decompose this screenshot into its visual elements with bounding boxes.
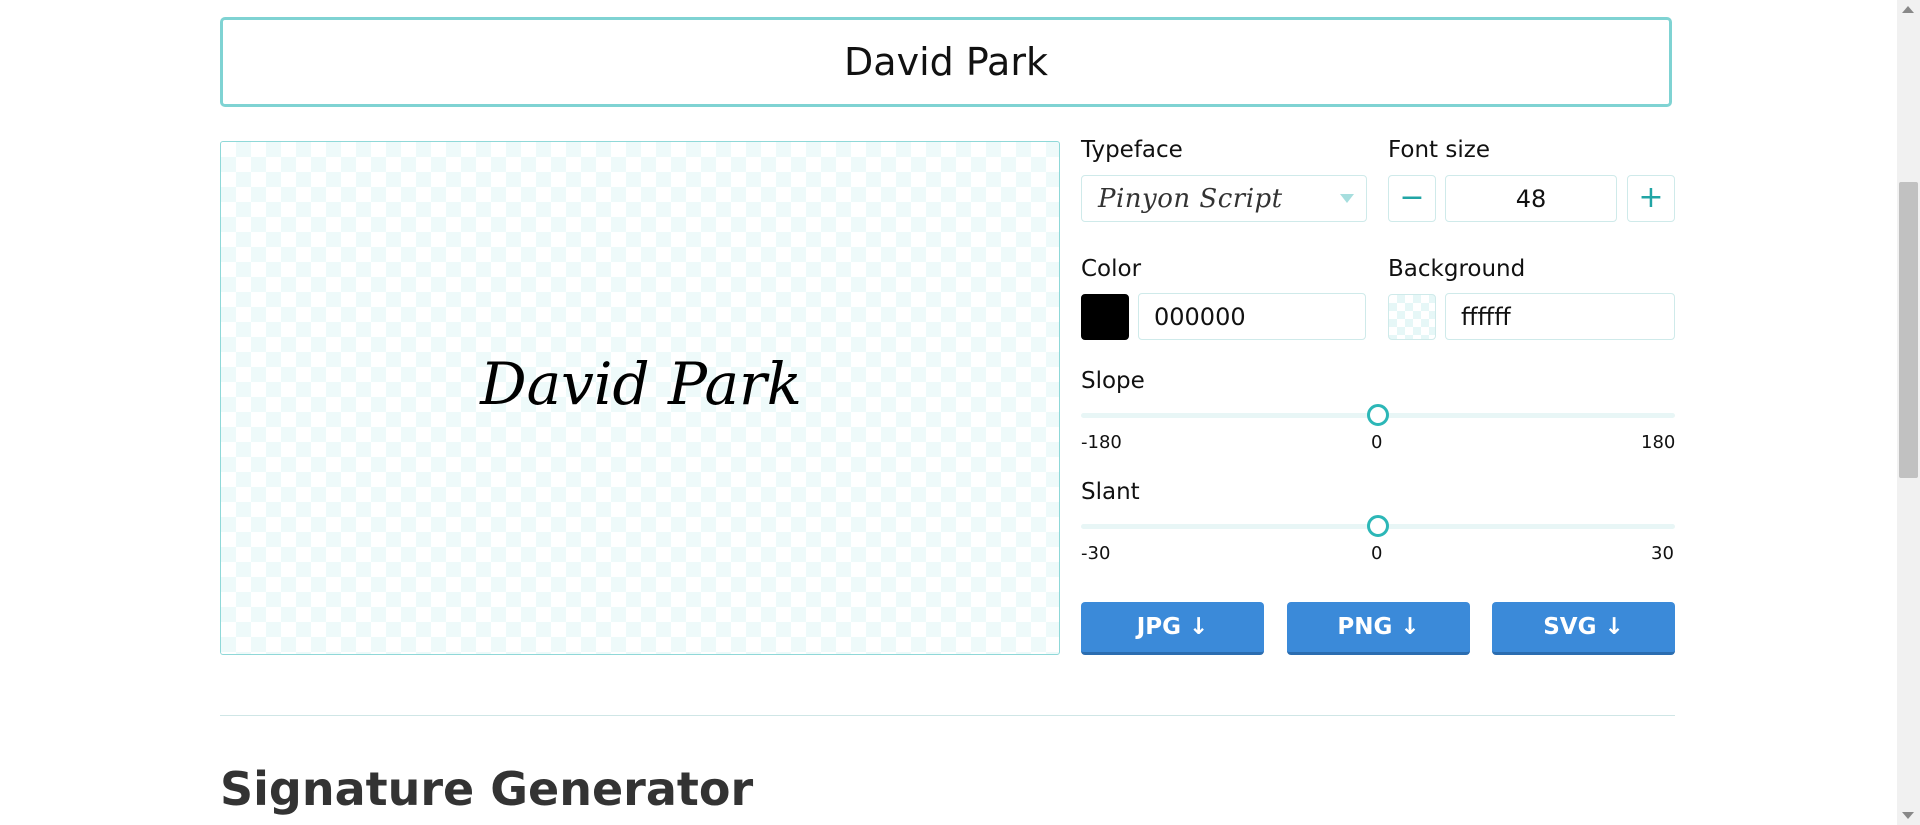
slope-mid-label: 0	[1371, 432, 1383, 453]
name-input[interactable]	[220, 17, 1672, 107]
color-swatch[interactable]	[1081, 294, 1129, 340]
section-divider	[220, 715, 1675, 716]
typeface-selected-value: Pinyon Script	[1098, 184, 1283, 214]
slope-label: Slope	[1081, 368, 1145, 394]
background-label: Background	[1388, 256, 1526, 282]
signature-preview: David Park	[220, 141, 1060, 655]
scrollbar-thumb[interactable]	[1899, 182, 1918, 478]
download-jpg-button[interactable]: JPG ↓	[1081, 602, 1264, 655]
slope-slider-thumb[interactable]	[1367, 404, 1389, 426]
font-size-decrease-button[interactable]: −	[1388, 175, 1436, 222]
background-swatch[interactable]	[1388, 294, 1436, 340]
typeface-label: Typeface	[1081, 137, 1183, 163]
slope-min-label: -180	[1081, 432, 1122, 453]
background-hex-input[interactable]	[1445, 293, 1675, 340]
color-hex-input[interactable]	[1138, 293, 1366, 340]
slant-max-label: 30	[1651, 543, 1674, 564]
chevron-down-icon	[1340, 194, 1354, 203]
scroll-down-icon[interactable]	[1902, 812, 1914, 819]
download-svg-button[interactable]: SVG ↓	[1492, 602, 1675, 655]
typeface-select[interactable]: Pinyon Script	[1081, 175, 1367, 222]
signature-text: David Park	[479, 350, 802, 418]
font-size-label: Font size	[1388, 137, 1490, 163]
page-heading: Signature Generator	[220, 762, 754, 816]
download-png-button[interactable]: PNG ↓	[1287, 602, 1470, 655]
color-label: Color	[1081, 256, 1142, 282]
slope-max-label: 180	[1641, 432, 1676, 453]
slant-mid-label: 0	[1371, 543, 1383, 564]
scroll-up-icon[interactable]	[1902, 6, 1914, 13]
font-size-input[interactable]	[1445, 175, 1617, 222]
font-size-increase-button[interactable]: +	[1627, 175, 1675, 222]
page: David Park Typeface Pinyon Script Font s…	[0, 0, 1920, 825]
slant-slider-thumb[interactable]	[1367, 515, 1389, 537]
signature-canvas: David Park	[479, 350, 802, 418]
slant-label: Slant	[1081, 479, 1140, 505]
slant-min-label: -30	[1081, 543, 1111, 564]
